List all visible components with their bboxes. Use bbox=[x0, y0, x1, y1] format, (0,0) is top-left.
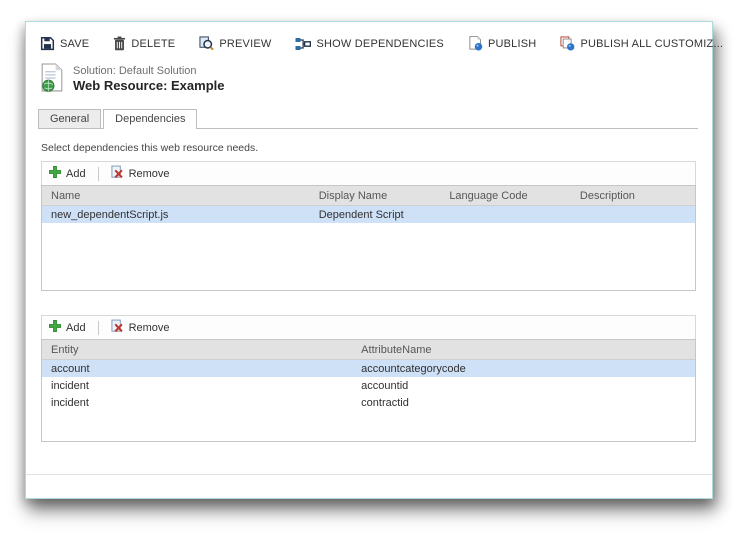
tab-dependencies[interactable]: Dependencies bbox=[103, 109, 197, 129]
preview-icon bbox=[199, 36, 214, 51]
cell-attributename: contractid bbox=[352, 394, 695, 411]
add-icon bbox=[49, 320, 61, 335]
record-header-text: Solution: Default Solution Web Resource:… bbox=[73, 63, 224, 93]
delete-icon bbox=[113, 36, 126, 51]
cell-entity: incident bbox=[42, 394, 352, 411]
remove-label: Remove bbox=[129, 168, 170, 180]
column-header-name[interactable]: Name bbox=[42, 186, 310, 206]
save-label: SAVE bbox=[60, 38, 89, 50]
dependencies-grid-toolbar: Add Remove bbox=[41, 161, 696, 185]
publish-icon bbox=[468, 36, 483, 51]
attributes-section: Add Remove Entity AttributeName bbox=[41, 315, 696, 442]
column-header-language-code[interactable]: Language Code bbox=[440, 186, 571, 206]
dependencies-grid: Name Display Name Language Code Descript… bbox=[41, 185, 696, 291]
save-button[interactable]: SAVE bbox=[40, 36, 89, 51]
remove-icon bbox=[111, 165, 124, 182]
web-resource-window: SAVE DELETE PREVIEW SHOW DEPENDENCIES PU… bbox=[25, 21, 713, 499]
column-header-attributename[interactable]: AttributeName bbox=[352, 340, 695, 360]
instruction-text: Select dependencies this web resource ne… bbox=[41, 142, 696, 154]
save-icon bbox=[40, 36, 55, 51]
remove-icon bbox=[111, 319, 124, 336]
window-content: SAVE DELETE PREVIEW SHOW DEPENDENCIES PU… bbox=[26, 22, 712, 498]
column-header-description[interactable]: Description bbox=[571, 186, 695, 206]
attributes-grid-header-row: Entity AttributeName bbox=[42, 340, 695, 360]
delete-button[interactable]: DELETE bbox=[113, 36, 175, 51]
toolbar-separator bbox=[98, 167, 99, 181]
column-header-display-name[interactable]: Display Name bbox=[310, 186, 441, 206]
table-row[interactable]: incident contractid bbox=[42, 394, 695, 411]
page-title: Web Resource: Example bbox=[73, 78, 224, 93]
add-label: Add bbox=[66, 168, 86, 180]
show-dependencies-icon bbox=[295, 37, 311, 51]
show-dependencies-label: SHOW DEPENDENCIES bbox=[316, 38, 443, 50]
publish-all-icon bbox=[560, 36, 575, 51]
cell-entity: incident bbox=[42, 377, 352, 394]
attributes-grid-toolbar: Add Remove bbox=[41, 315, 696, 339]
table-row[interactable]: incident accountid bbox=[42, 377, 695, 394]
record-header: Solution: Default Solution Web Resource:… bbox=[40, 63, 698, 98]
section-spacer bbox=[38, 291, 698, 315]
tab-general[interactable]: General bbox=[38, 109, 101, 128]
cell-description bbox=[571, 206, 695, 224]
preview-label: PREVIEW bbox=[219, 38, 271, 50]
attributes-grid: Entity AttributeName account accountcate… bbox=[41, 339, 696, 442]
cell-attributename: accountcategorycode bbox=[352, 360, 695, 378]
add-dependency-button[interactable]: Add bbox=[49, 166, 86, 181]
cell-name: new_dependentScript.js bbox=[42, 206, 310, 224]
remove-attribute-button[interactable]: Remove bbox=[111, 319, 170, 336]
add-label: Add bbox=[66, 322, 86, 334]
table-row[interactable]: account accountcategorycode bbox=[42, 360, 695, 378]
cell-display-name: Dependent Script bbox=[310, 206, 441, 224]
cell-attributename: accountid bbox=[352, 377, 695, 394]
publish-all-customizations-button[interactable]: PUBLISH ALL CUSTOMIZ... bbox=[560, 36, 723, 51]
cell-language-code bbox=[440, 206, 571, 224]
table-row[interactable]: new_dependentScript.js Dependent Script bbox=[42, 206, 695, 224]
show-dependencies-button[interactable]: SHOW DEPENDENCIES bbox=[295, 37, 443, 51]
remove-dependency-button[interactable]: Remove bbox=[111, 165, 170, 182]
column-header-entity[interactable]: Entity bbox=[42, 340, 352, 360]
dependencies-grid-header-row: Name Display Name Language Code Descript… bbox=[42, 186, 695, 206]
publish-button[interactable]: PUBLISH bbox=[468, 36, 536, 51]
publish-label: PUBLISH bbox=[488, 38, 536, 50]
dependencies-section: Add Remove Name Display Name Language Co… bbox=[41, 161, 696, 291]
preview-button[interactable]: PREVIEW bbox=[199, 36, 271, 51]
tab-strip: General Dependencies bbox=[38, 107, 698, 129]
command-bar: SAVE DELETE PREVIEW SHOW DEPENDENCIES PU… bbox=[38, 30, 698, 57]
remove-label: Remove bbox=[129, 322, 170, 334]
add-icon bbox=[49, 166, 61, 181]
cell-entity: account bbox=[42, 360, 352, 378]
add-attribute-button[interactable]: Add bbox=[49, 320, 86, 335]
delete-label: DELETE bbox=[131, 38, 175, 50]
footer-divider bbox=[26, 474, 712, 475]
toolbar-separator bbox=[98, 321, 99, 335]
web-resource-icon bbox=[40, 63, 65, 98]
publish-all-label: PUBLISH ALL CUSTOMIZ... bbox=[580, 38, 723, 50]
solution-label: Solution: Default Solution bbox=[73, 65, 224, 77]
